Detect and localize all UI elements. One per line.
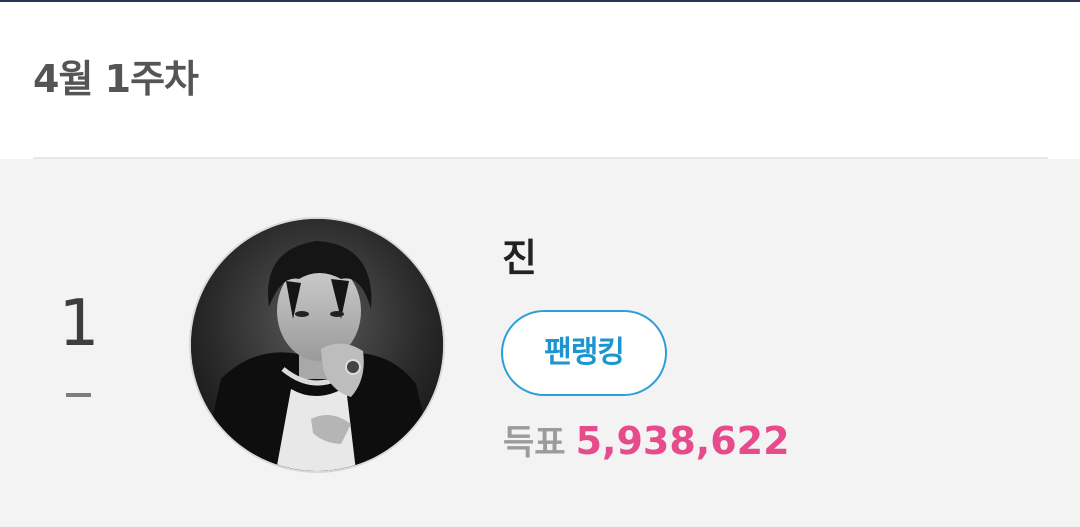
week-header: 4월 1주차 [0, 2, 1080, 158]
avatar[interactable] [189, 217, 445, 473]
rank-number: 1 [58, 287, 100, 361]
artist-photo-icon [191, 219, 443, 471]
votes-value: 5,938,622 [575, 419, 790, 463]
fan-ranking-button[interactable]: 팬랭킹 [501, 310, 667, 396]
week-title: 4월 1주차 [33, 57, 199, 101]
ranking-card[interactable]: 1 진 팬랭킹 득표 5,938,622 [0, 159, 1080, 527]
rank-change-indicator [66, 393, 91, 397]
votes-label: 득표 [503, 423, 566, 463]
artist-name[interactable]: 진 [502, 239, 537, 277]
votes: 득표 5,938,622 [503, 422, 790, 460]
